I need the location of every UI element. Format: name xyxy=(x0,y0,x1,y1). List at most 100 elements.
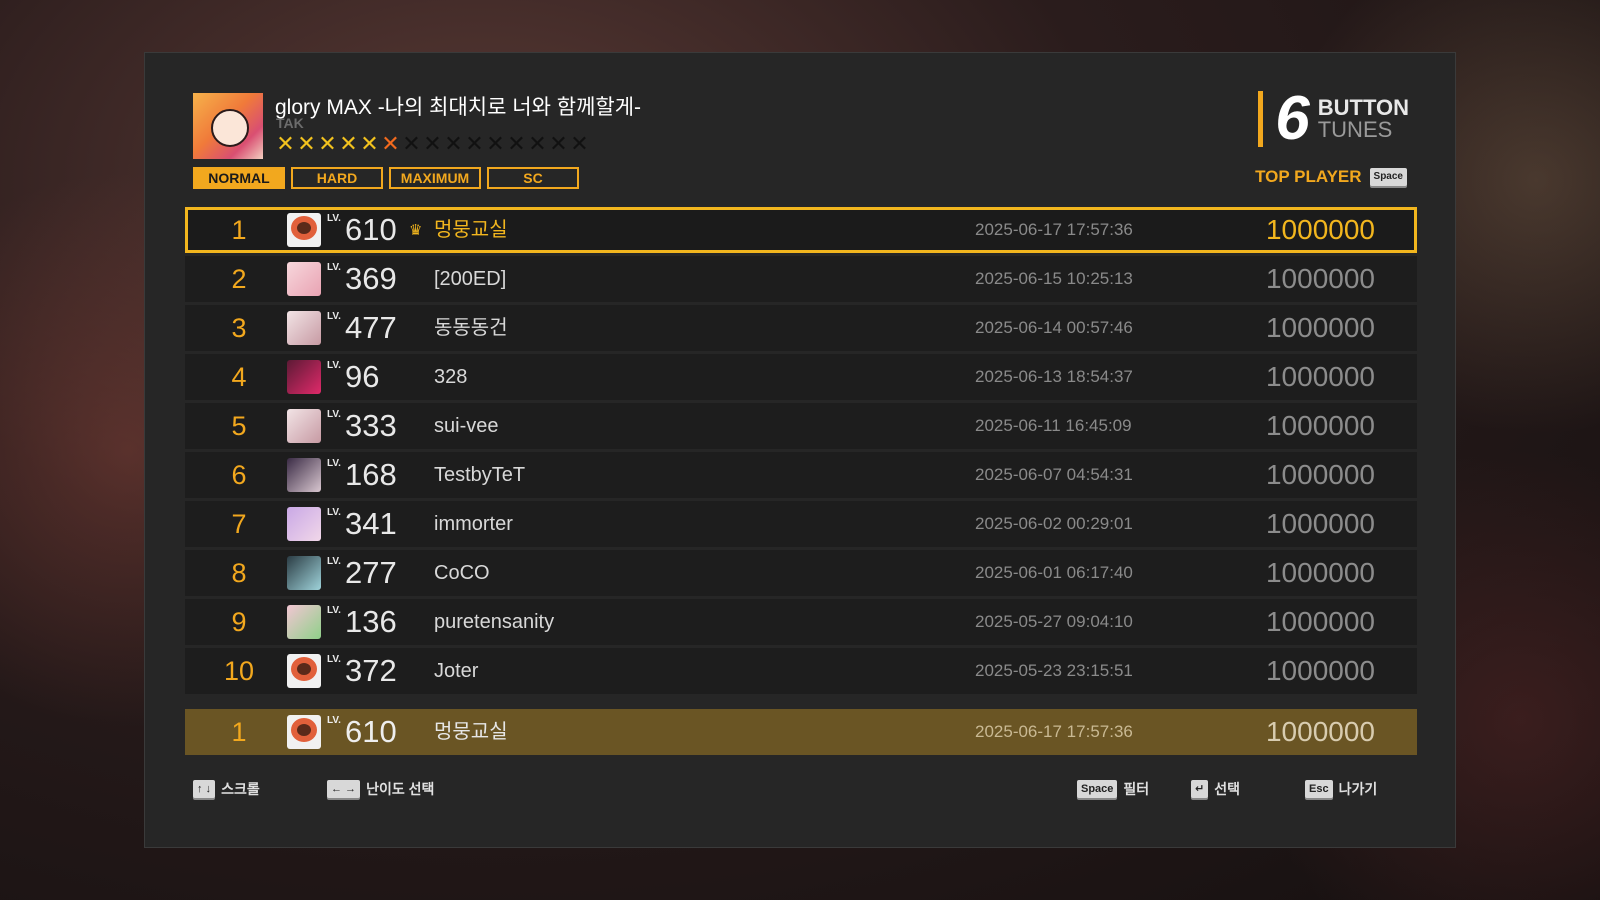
player-name: 328 xyxy=(434,366,468,388)
avatar xyxy=(287,605,321,639)
rank-number: 10 xyxy=(223,656,255,686)
ranking-row[interactable]: 5 LV. 333 sui-vee 2025-06-11 16:45:09 1000000 xyxy=(185,403,1417,449)
my-record-row: 1 LV. 610 멍뭉교실 2025-06-17 17:57:36 10000… xyxy=(185,709,1417,755)
logo-line2: TUNES xyxy=(1317,117,1393,142)
score: 1000000 xyxy=(1265,459,1375,490)
space-key-icon: Space xyxy=(1077,780,1118,798)
player-name: 멍뭉교실 xyxy=(434,219,508,241)
hint-filter-label: 필터 xyxy=(1123,781,1150,797)
logo-bar xyxy=(1258,91,1264,147)
lv-label: LV. xyxy=(327,213,341,224)
lv-label: LV. xyxy=(327,654,341,665)
record-date: 2025-06-17 17:57:36 xyxy=(975,220,1133,239)
player-level: 372 xyxy=(345,653,397,688)
player-level: 136 xyxy=(345,604,397,639)
lv-label: LV. xyxy=(327,605,341,616)
hint-select-label: 선택 xyxy=(1214,781,1240,797)
score: 1000000 xyxy=(1265,557,1375,588)
difficulty-star-icon: ✕ xyxy=(549,131,568,156)
top-player-toggle[interactable]: TOP PLAYER Space xyxy=(1255,167,1407,187)
avatar xyxy=(287,360,321,394)
record-date: 2025-06-01 06:17:40 xyxy=(975,563,1133,582)
tab-hard[interactable]: HARD xyxy=(291,167,383,189)
difficulty-star-icon: ✕ xyxy=(297,131,316,156)
difficulty-star-icon: ✕ xyxy=(570,131,589,156)
ranking-row[interactable]: 3 LV. 477 동동동건 2025-06-14 00:57:46 1000000 xyxy=(185,305,1417,351)
hint-exit-label: 나가기 xyxy=(1338,781,1378,797)
logo-number: 6 xyxy=(1275,84,1310,153)
avatar xyxy=(287,409,321,443)
arrow-left-right-key-icon: ← → xyxy=(327,780,361,798)
player-level: 341 xyxy=(345,506,397,541)
record-date: 2025-05-27 09:04:10 xyxy=(975,612,1133,631)
ranking-row[interactable]: 7 LV. 341 immorter 2025-06-02 00:29:01 100000… xyxy=(185,501,1417,547)
score: 1000000 xyxy=(1265,410,1375,441)
difficulty-star-icon: ✕ xyxy=(486,131,505,156)
ranking-row[interactable]: 8 LV. 277 CoCO 2025-06-01 06:17:40 1000000 xyxy=(185,550,1417,596)
player-name: 동동동건 xyxy=(434,317,508,339)
ranking-row[interactable]: 9 LV. 136 puretensanity 2025-05-27 09:04:10 1… xyxy=(185,599,1417,645)
song-artist: TAK xyxy=(276,115,304,131)
player-name: CoCO xyxy=(434,562,490,584)
rank-number: 5 xyxy=(231,411,247,441)
difficulty-star-icon: ✕ xyxy=(339,131,358,156)
difficulty-star-icon: ✕ xyxy=(423,131,442,156)
rank-number: 2 xyxy=(231,264,247,294)
avatar xyxy=(287,458,321,492)
logo-line1: BUTTON xyxy=(1317,95,1409,120)
avatar xyxy=(287,213,321,247)
lv-label: LV. xyxy=(327,311,341,322)
tab-normal[interactable]: NORMAL xyxy=(193,167,285,189)
lv-label: LV. xyxy=(327,556,341,567)
difficulty-tabs: NORMAL HARD MAXIMUM SC xyxy=(193,167,579,189)
avatar xyxy=(287,654,321,688)
rank-number: 4 xyxy=(231,362,247,392)
avatar xyxy=(287,556,321,590)
rank-number: 8 xyxy=(231,558,247,588)
lv-label: LV. xyxy=(327,262,341,273)
tab-maximum[interactable]: MAXIMUM xyxy=(389,167,481,189)
rank-number: 3 xyxy=(231,313,247,343)
rank-number: 9 xyxy=(231,607,247,637)
score: 1000000 xyxy=(1265,361,1375,392)
ranking-row[interactable]: 1 LV. 610 ♛ 멍뭉교실 2025-06-17 17:57:36 1000000 xyxy=(185,207,1417,253)
lv-label: LV. xyxy=(327,409,341,420)
ranking-row[interactable]: 2 LV. 369 [200ED] 2025-06-15 10:25:13 1000000 xyxy=(185,256,1417,302)
hint-difficulty-label: 난이도 선택 xyxy=(366,781,435,797)
record-date: 2025-06-02 00:29:01 xyxy=(975,514,1133,533)
hint-scroll-label: 스크롤 xyxy=(221,781,260,797)
hint-filter[interactable]: Space 필터 xyxy=(1077,779,1149,799)
difficulty-star-icon: ✕ xyxy=(276,131,295,156)
my-level: 610 xyxy=(345,714,397,749)
rank-number: 6 xyxy=(231,460,247,490)
score: 1000000 xyxy=(1265,312,1375,343)
score: 1000000 xyxy=(1265,508,1375,539)
player-name: TestbyTeT xyxy=(434,464,526,486)
hint-exit[interactable]: Esc 나가기 xyxy=(1305,779,1377,799)
my-date: 2025-06-17 17:57:36 xyxy=(975,722,1133,741)
difficulty-star-icon: ✕ xyxy=(318,131,337,156)
hint-difficulty: ← → 난이도 선택 xyxy=(327,779,434,799)
ranking-row[interactable]: 4 LV. 96 328 2025-06-13 18:54:37 1000000 xyxy=(185,354,1417,400)
difficulty-star-icon: ✕ xyxy=(465,131,484,156)
score: 1000000 xyxy=(1265,263,1375,294)
rank-number: 1 xyxy=(231,215,247,245)
difficulty-star-icon: ✕ xyxy=(402,131,421,156)
lv-label: LV. xyxy=(327,458,341,469)
footer-hints: ↑ ↓ 스크롤 ← → 난이도 선택 Space 필터 ↵ 선택 Esc 나가기 xyxy=(193,779,1407,799)
avatar xyxy=(287,715,321,749)
ranking-row[interactable]: 10 LV. 372 Joter 2025-05-23 23:15:51 1000000 xyxy=(185,648,1417,694)
my-name: 멍뭉교실 xyxy=(434,721,508,743)
record-date: 2025-05-23 23:15:51 xyxy=(975,661,1133,680)
lv-label: LV. xyxy=(327,715,341,726)
tab-sc[interactable]: SC xyxy=(487,167,579,189)
lv-label: LV. xyxy=(327,507,341,518)
top-player-label: TOP PLAYER xyxy=(1255,167,1362,186)
ranking-row[interactable]: 6 LV. 168 TestbyTeT 2025-06-07 04:54:31 10000… xyxy=(185,452,1417,498)
ranking-list: 1 LV. 610 ♛ 멍뭉교실 2025-06-17 17:57:36 1000000 2 L… xyxy=(185,207,1417,697)
difficulty-stars: ✕ ✕ ✕ ✕ ✕ ✕ ✕ ✕ ✕ ✕ ✕ ✕ ✕ ✕ ✕ xyxy=(275,133,590,155)
difficulty-star-icon: ✕ xyxy=(444,131,463,156)
hint-select[interactable]: ↵ 선택 xyxy=(1191,779,1240,799)
avatar xyxy=(287,507,321,541)
player-level: 277 xyxy=(345,555,397,590)
